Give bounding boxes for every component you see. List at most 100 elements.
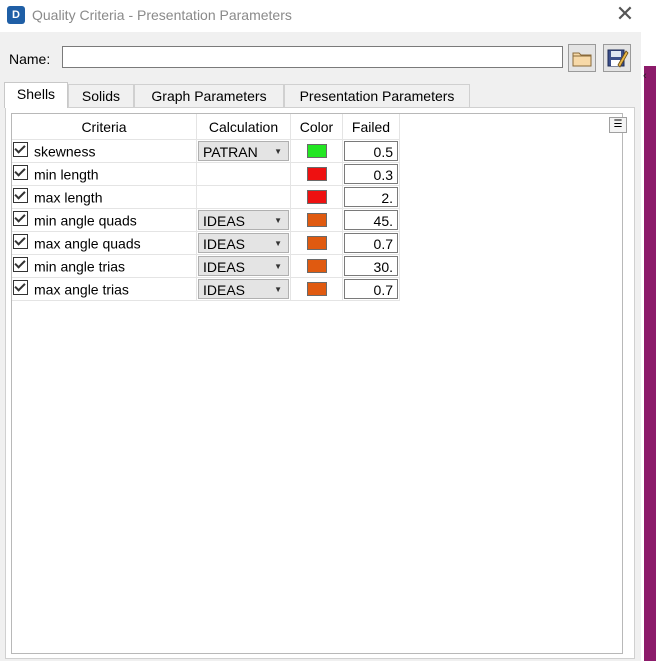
criteria-cell: min angle quads: [12, 208, 197, 232]
name-label: Name:: [9, 51, 51, 67]
calculation-dropdown[interactable]: IDEAS ▼: [198, 279, 289, 299]
criteria-cell: min angle trias: [12, 254, 197, 278]
color-swatch[interactable]: [306, 282, 327, 296]
save-button[interactable]: [603, 44, 631, 72]
calculation-dropdown[interactable]: PATRAN ▼: [198, 141, 289, 161]
failed-cell: 0.7: [342, 277, 400, 301]
calculation-value: IDEAS: [203, 213, 246, 229]
quality-criteria-window: D Quality Criteria - Presentation Parame…: [0, 0, 641, 661]
close-icon: ✕: [615, 1, 635, 26]
table-row: min angle quads IDEAS ▼ 45.: [12, 208, 400, 232]
failed-cell: 0.7: [342, 231, 400, 255]
criteria-table: Criteria Calculation Color Failed skewne…: [12, 114, 400, 301]
failed-value-input[interactable]: 2.: [344, 187, 398, 207]
criteria-checkbox[interactable]: [13, 142, 28, 158]
folder-open-icon: [572, 52, 592, 67]
color-cell: [290, 185, 343, 209]
tab-shells[interactable]: Shells: [4, 82, 68, 108]
name-input[interactable]: [62, 46, 563, 68]
chevron-down-icon: ▼: [274, 239, 282, 248]
chevron-down-icon: ▼: [274, 262, 282, 271]
color-cell: [290, 162, 343, 186]
failed-value-input[interactable]: 0.7: [344, 233, 398, 253]
failed-value-input[interactable]: 0.5: [344, 141, 398, 161]
criteria-cell: max angle quads: [12, 231, 197, 255]
criteria-label: max angle trias: [34, 281, 129, 298]
header-failed: Failed: [342, 114, 400, 140]
criteria-cell: skewness: [12, 139, 197, 163]
calculation-dropdown[interactable]: IDEAS ▼: [198, 233, 289, 253]
criteria-label: max length: [34, 189, 103, 206]
chevron-down-icon: ▼: [274, 285, 282, 294]
failed-cell: 30.: [342, 254, 400, 278]
title-bar: D Quality Criteria - Presentation Parame…: [0, 0, 641, 32]
criteria-checkbox[interactable]: [13, 188, 28, 204]
color-cell: [290, 254, 343, 278]
criteria-cell: max length: [12, 185, 197, 209]
criteria-checkbox[interactable]: [13, 257, 28, 273]
header-criteria: Criteria: [12, 114, 197, 140]
calculation-value: IDEAS: [203, 236, 246, 252]
window-title: Quality Criteria - Presentation Paramete…: [32, 7, 292, 23]
failed-cell: 2.: [342, 185, 400, 209]
tab-presentation-parameters[interactable]: Presentation Parameters: [284, 84, 470, 107]
shells-panel: Criteria Calculation Color Failed skewne…: [5, 107, 635, 659]
calculation-cell: [196, 162, 291, 186]
failed-value-input[interactable]: 0.7: [344, 279, 398, 299]
criteria-label: min length: [34, 166, 99, 183]
failed-value-input[interactable]: 30.: [344, 256, 398, 276]
tab-graph-parameters[interactable]: Graph Parameters: [134, 84, 284, 107]
failed-value-input[interactable]: 45.: [344, 210, 398, 230]
header-calculation: Calculation: [196, 114, 291, 140]
failed-value-input[interactable]: 0.3: [344, 164, 398, 184]
calculation-value: IDEAS: [203, 259, 246, 275]
color-cell: [290, 231, 343, 255]
color-swatch[interactable]: [306, 259, 327, 273]
background-canvas: [644, 66, 656, 661]
table-row: max length 2.: [12, 185, 400, 209]
color-cell: [290, 139, 343, 163]
failed-cell: 0.3: [342, 162, 400, 186]
criteria-checkbox[interactable]: [13, 211, 28, 227]
table-row: max angle trias IDEAS ▼ 0.7: [12, 277, 400, 301]
criteria-checkbox[interactable]: [13, 234, 28, 250]
close-button[interactable]: ✕: [614, 3, 636, 25]
calculation-cell: IDEAS ▼: [196, 208, 291, 232]
calculation-cell: [196, 185, 291, 209]
calculation-dropdown[interactable]: IDEAS ▼: [198, 210, 289, 230]
table-row: skewness PATRAN ▼ 0.5: [12, 139, 400, 163]
color-swatch[interactable]: [306, 144, 327, 158]
criteria-cell: min length: [12, 162, 197, 186]
criteria-table-body: skewness PATRAN ▼ 0.5 min length 0.3 max …: [12, 139, 400, 301]
table-row: min angle trias IDEAS ▼ 30.: [12, 254, 400, 278]
logo-icon: D: [7, 6, 25, 24]
calculation-cell: PATRAN ▼: [196, 139, 291, 163]
column-options-button[interactable]: ☰: [609, 117, 627, 133]
color-cell: [290, 208, 343, 232]
color-swatch[interactable]: [306, 190, 327, 204]
open-button[interactable]: [568, 44, 596, 72]
criteria-label: min angle quads: [34, 212, 137, 229]
calculation-dropdown[interactable]: IDEAS ▼: [198, 256, 289, 276]
calculation-cell: IDEAS ▼: [196, 254, 291, 278]
criteria-cell: max angle trias: [12, 277, 197, 301]
criteria-label: max angle quads: [34, 235, 141, 252]
tab-solids[interactable]: Solids: [68, 84, 134, 107]
color-cell: [290, 277, 343, 301]
background-window-strip: ‹: [641, 0, 656, 661]
criteria-grid: Criteria Calculation Color Failed skewne…: [11, 113, 627, 654]
criteria-checkbox[interactable]: [13, 165, 28, 181]
color-swatch[interactable]: [306, 213, 327, 227]
color-swatch[interactable]: [306, 167, 327, 181]
calculation-cell: IDEAS ▼: [196, 277, 291, 301]
table-header-row: Criteria Calculation Color Failed: [12, 114, 400, 140]
chevron-down-icon: ▼: [274, 216, 282, 225]
calculation-value: PATRAN: [203, 144, 258, 160]
criteria-label: min angle trias: [34, 258, 126, 275]
criteria-checkbox[interactable]: [13, 280, 28, 296]
calculation-cell: IDEAS ▼: [196, 231, 291, 255]
calculation-value: IDEAS: [203, 282, 246, 298]
color-swatch[interactable]: [306, 236, 327, 250]
header-color: Color: [290, 114, 343, 140]
failed-cell: 45.: [342, 208, 400, 232]
